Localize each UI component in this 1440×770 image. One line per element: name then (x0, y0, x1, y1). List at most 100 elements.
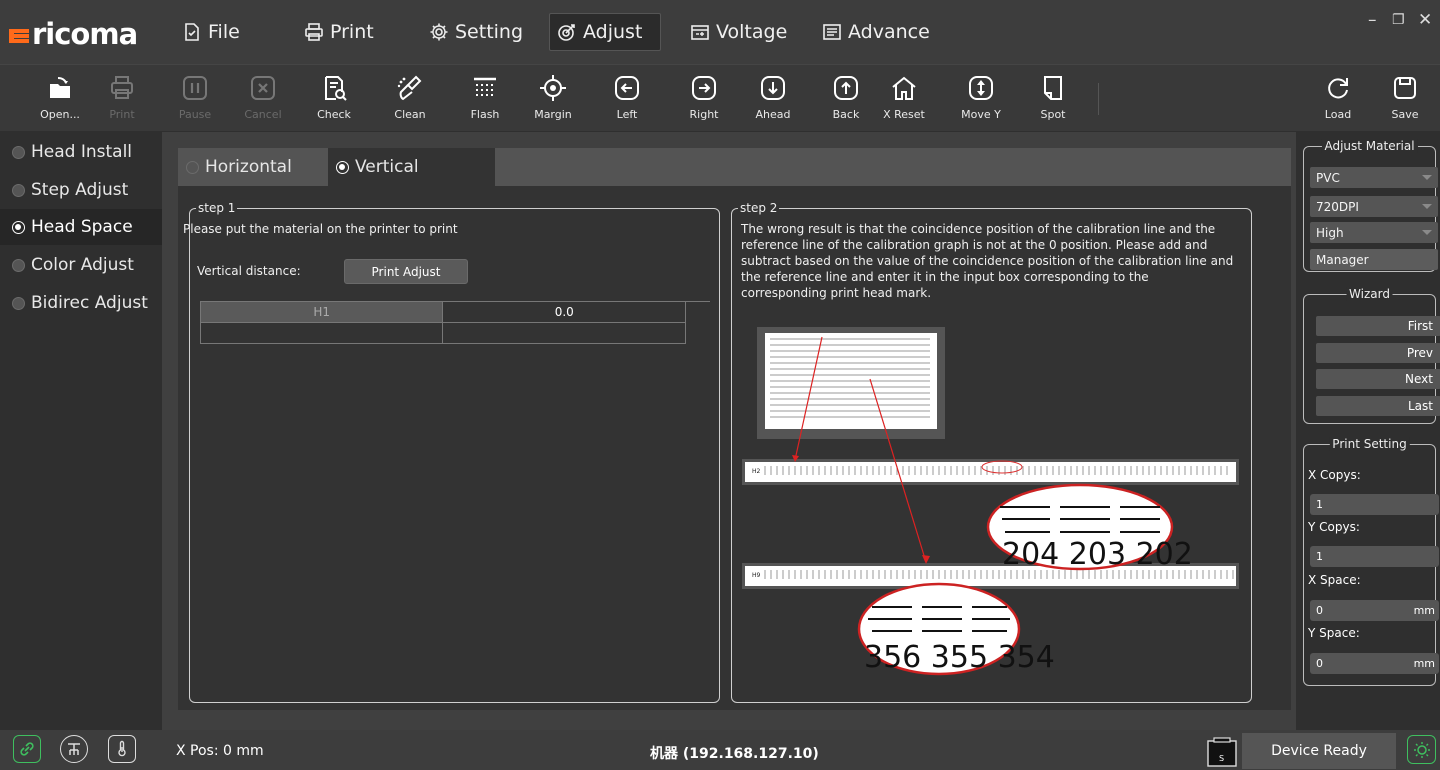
wizard-next-button[interactable]: Next (1316, 369, 1440, 389)
empty-cell[interactable] (442, 322, 686, 344)
back-button[interactable]: Back (816, 69, 876, 129)
table-divider (686, 301, 710, 302)
pause-button[interactable]: Pause (165, 69, 225, 129)
step1-group: step 1 Please put the material on the pr… (183, 201, 720, 703)
empty-cell (199, 322, 444, 344)
flash-grid-icon (474, 77, 496, 96)
cancel-button[interactable]: Cancel (233, 69, 293, 129)
radio-icon (186, 160, 199, 174)
link-status-button[interactable] (13, 735, 41, 763)
x-reset-button[interactable]: X Reset (874, 69, 934, 129)
menu-voltage[interactable]: Voltage (683, 13, 794, 51)
step1-title: step 1 (196, 201, 238, 215)
check-label: Check (317, 108, 351, 121)
ahead-button[interactable]: Ahead (743, 69, 803, 129)
y-copys-input[interactable]: 1 (1310, 546, 1439, 567)
step2-group: step 2 The wrong result is that the coin… (731, 201, 1252, 703)
brush-icon (397, 75, 422, 101)
lamp-button[interactable] (1407, 735, 1436, 764)
move-vertical-icon (969, 76, 993, 100)
menu-print[interactable]: Print (297, 13, 381, 51)
menu-adjust[interactable]: Adjust (549, 13, 661, 51)
wizard-last-button[interactable]: Last (1316, 396, 1440, 416)
save-label: Save (1391, 108, 1419, 121)
margin-label: Margin (534, 108, 572, 121)
move-y-button[interactable]: Move Y (951, 69, 1011, 129)
ink-letter: S (1219, 754, 1225, 763)
print-button[interactable]: Print (92, 69, 152, 129)
nav-bidirec-adjust[interactable]: Bidirec Adjust (0, 285, 162, 321)
head-value-cell[interactable]: 0.0 (442, 301, 686, 323)
y-space-input[interactable]: 0 mm (1310, 653, 1439, 674)
tab-horizontal[interactable]: Horizontal (178, 148, 328, 186)
margin-button[interactable]: Margin (523, 69, 583, 129)
clean-button[interactable]: Clean (380, 69, 440, 129)
nav-head-install[interactable]: Head Install (0, 134, 162, 170)
x-copys-label: X Copys: (1308, 468, 1361, 482)
file-icon (185, 23, 199, 41)
zoom2-numbers: 356 355 354 (864, 640, 1055, 675)
spot-button[interactable]: Spot (1023, 69, 1083, 129)
right-label: Right (689, 108, 719, 121)
minimize-button[interactable]: – (1368, 10, 1377, 30)
load-button[interactable]: Load (1308, 69, 1368, 129)
radio-icon (12, 258, 25, 272)
menu-file[interactable]: File (175, 13, 247, 51)
nav-color-adjust-label: Color Adjust (31, 255, 134, 275)
menu-advance[interactable]: Advance (815, 13, 937, 51)
x-copys-input[interactable]: 1 (1310, 494, 1439, 515)
temperature-status-button[interactable] (108, 735, 136, 763)
left-navigation: Head Install Step Adjust Head Space Colo… (0, 132, 162, 730)
left-label: Left (616, 108, 638, 121)
arrow-down-icon (761, 76, 785, 100)
print-adjust-button[interactable]: Print Adjust (344, 259, 468, 284)
nav-head-space-label: Head Space (31, 217, 133, 237)
y-copys-label: Y Copys: (1308, 520, 1360, 534)
document-check-icon (325, 76, 347, 101)
printer-icon (111, 76, 133, 99)
thermometer-icon (118, 740, 126, 757)
strip1-label: H2 (752, 468, 761, 475)
menu-setting[interactable]: Setting (422, 13, 530, 51)
printer-icon (305, 23, 323, 41)
wizard-first-button[interactable]: First (1316, 316, 1440, 336)
y-space-value: 0 (1316, 657, 1323, 670)
wizard-prev-button[interactable]: Prev (1316, 343, 1440, 363)
manager-label: Manager (1316, 252, 1369, 267)
zoom1-numbers: 204 203 202 (1002, 537, 1193, 572)
material-select[interactable]: PVC (1310, 167, 1438, 188)
menu-file-label: File (208, 21, 240, 43)
radio-selected-icon (336, 160, 349, 174)
nav-color-adjust[interactable]: Color Adjust (0, 247, 162, 283)
machine-address: 机器 (192.168.127.10) (650, 746, 819, 762)
head-space-table: H1 0.0 (199, 301, 686, 344)
strip2-label: H9 (752, 572, 761, 579)
x-space-unit: mm (1413, 604, 1435, 617)
quality-select[interactable]: High (1310, 222, 1438, 243)
tab-horizontal-label: Horizontal (205, 157, 292, 177)
crosshair-icon (540, 75, 566, 101)
step1-instruction: Please put the material on the printer t… (183, 222, 458, 236)
menu-setting-label: Setting (455, 21, 524, 43)
save-button[interactable]: Save (1375, 69, 1435, 129)
adjust-material-title: Adjust Material (1321, 139, 1418, 153)
check-button[interactable]: Check (304, 69, 364, 129)
manager-button[interactable]: Manager (1310, 249, 1438, 270)
resolution-select[interactable]: 720DPI (1310, 196, 1438, 217)
x-space-input[interactable]: 0 mm (1310, 600, 1439, 621)
flash-button[interactable]: Flash (455, 69, 515, 129)
reload-icon (1328, 78, 1348, 99)
voltage-icon (691, 25, 709, 40)
gear-icon (430, 23, 448, 41)
network-status-button[interactable] (60, 735, 88, 763)
open-button[interactable]: Open... (30, 69, 90, 129)
tab-vertical[interactable]: Vertical (328, 148, 495, 186)
close-button[interactable]: ✕ (1418, 10, 1432, 30)
nav-step-adjust[interactable]: Step Adjust (0, 172, 162, 208)
nav-head-space[interactable]: Head Space (0, 209, 162, 245)
right-button[interactable]: Right (674, 69, 734, 129)
restore-button[interactable]: ❐ (1392, 12, 1405, 28)
menu-advance-label: Advance (848, 21, 930, 43)
radio-icon (12, 145, 25, 159)
left-button[interactable]: Left (597, 69, 657, 129)
